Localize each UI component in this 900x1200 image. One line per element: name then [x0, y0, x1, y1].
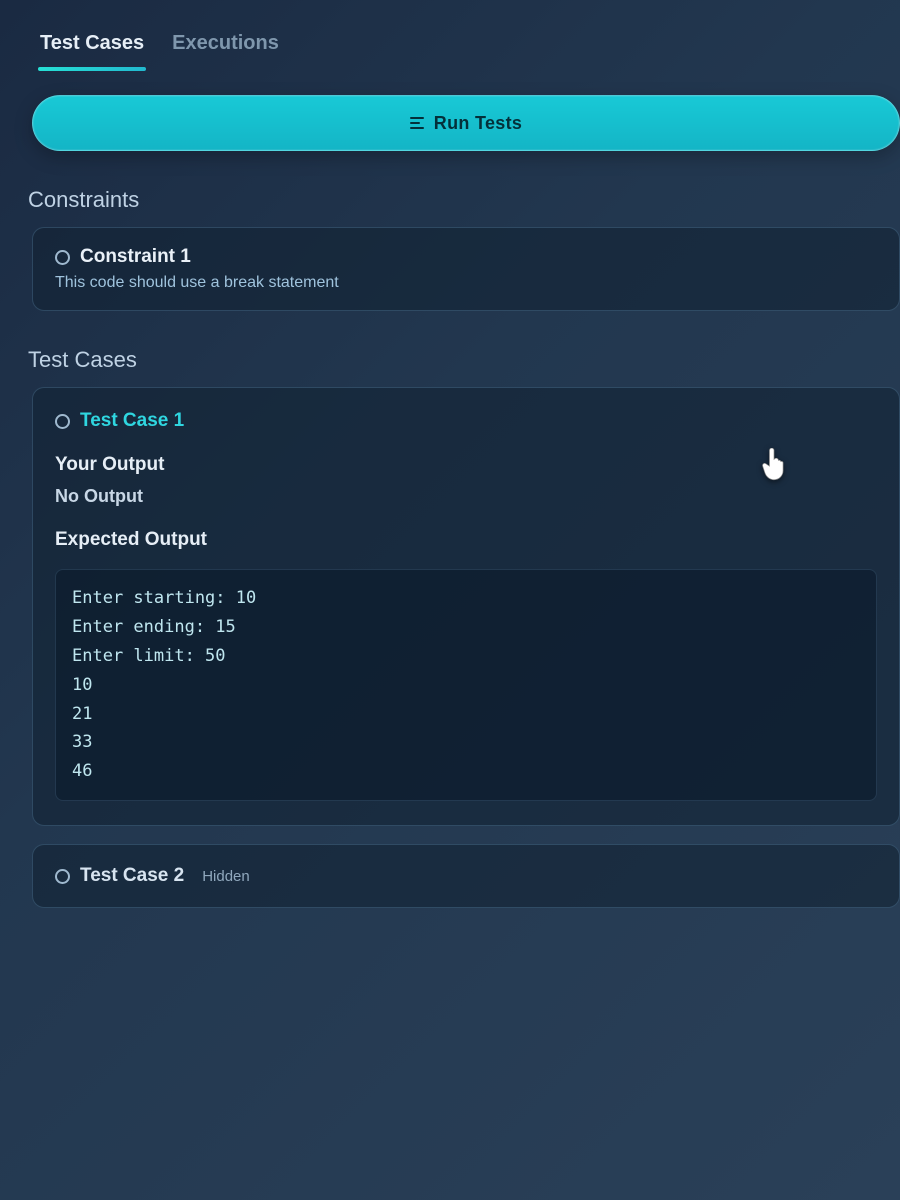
testcase-1-card[interactable]: Test Case 1 Your Output No Output Expect…: [32, 387, 900, 826]
status-circle-icon: [55, 250, 70, 265]
tab-executions[interactable]: Executions: [172, 24, 279, 69]
tabbar: Test Cases Executions: [24, 20, 900, 69]
your-output-label: Your Output: [55, 454, 877, 476]
checklist-icon: [410, 117, 424, 129]
constraint-title: Constraint 1: [80, 246, 191, 268]
status-circle-icon: [55, 414, 70, 429]
expected-output-block: Enter starting: 10 Enter ending: 15 Ente…: [55, 569, 877, 801]
status-circle-icon: [55, 869, 70, 884]
run-tests-button[interactable]: Run Tests: [32, 95, 900, 151]
hidden-badge: Hidden: [202, 868, 250, 885]
testcase-2-title: Test Case 2: [80, 865, 184, 887]
constraint-description: This code should use a break statement: [55, 274, 877, 292]
constraints-heading: Constraints: [28, 187, 900, 213]
testcases-heading: Test Cases: [28, 347, 900, 373]
constraint-card[interactable]: Constraint 1 This code should use a brea…: [32, 227, 900, 311]
your-output-value: No Output: [55, 486, 877, 507]
run-tests-label: Run Tests: [434, 113, 522, 134]
testcase-2-card[interactable]: Test Case 2 Hidden: [32, 844, 900, 908]
expected-output-label: Expected Output: [55, 529, 877, 551]
testcase-1-title: Test Case 1: [80, 410, 184, 432]
tab-test-cases[interactable]: Test Cases: [40, 24, 144, 69]
